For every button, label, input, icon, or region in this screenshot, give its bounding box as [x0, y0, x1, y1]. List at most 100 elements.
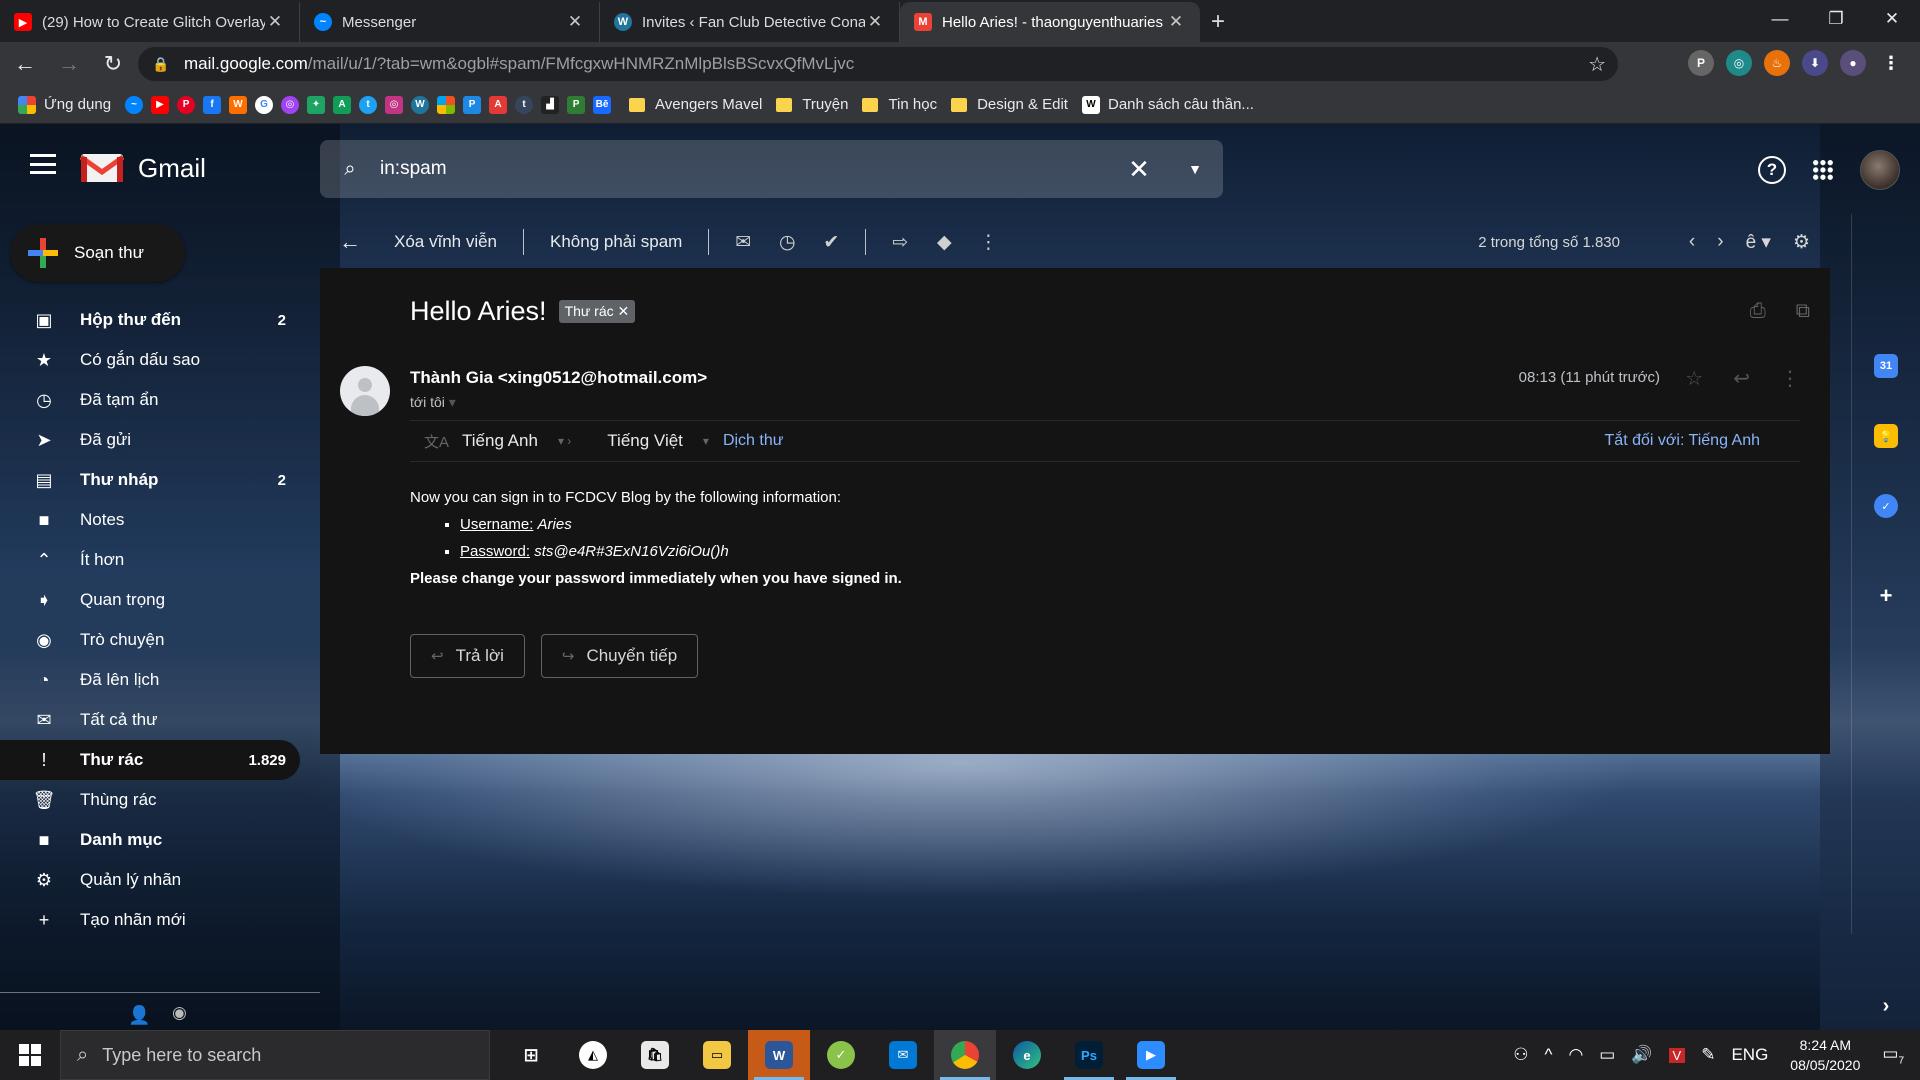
bookmark-folder[interactable]: Tin học	[862, 96, 937, 113]
volume-icon[interactable]: 🔊	[1631, 1045, 1652, 1065]
instagram-icon[interactable]: ◎	[385, 95, 404, 114]
new-tab-button[interactable]: +	[1200, 2, 1236, 42]
reload-icon[interactable]: ↻	[94, 45, 132, 83]
label-icon[interactable]: ◆	[922, 227, 966, 257]
browser-tab[interactable]: ▶ (29) How to Create Glitch Overlay ✕	[0, 2, 300, 42]
browser-tab-active[interactable]: M Hello Aries! - thaonguyenthuaries ✕	[900, 2, 1200, 42]
sidebar-item[interactable]: ✉ Tất cả thư	[0, 700, 300, 740]
source-language-select[interactable]: Tiếng Anh	[462, 431, 538, 451]
reply-icon[interactable]: ↩	[1733, 366, 1750, 391]
reply-button[interactable]: ↩ Trả lời	[410, 634, 525, 678]
chrome-menu-icon[interactable]: ⋮	[1878, 50, 1904, 76]
sidebar-item[interactable]: ■ Danh mục	[0, 820, 300, 860]
more-actions-icon[interactable]: ⋮	[966, 227, 1010, 257]
delete-forever-button[interactable]: Xóa vĩnh viễn	[380, 232, 511, 252]
profile-avatar-icon[interactable]: ●	[1840, 50, 1866, 76]
pinterest-extension-icon[interactable]: P	[1688, 50, 1714, 76]
minimize-icon[interactable]: —	[1752, 0, 1808, 38]
tasks-icon[interactable]: ✓	[1874, 494, 1898, 518]
translate-bookmark-icon[interactable]: A	[333, 95, 352, 114]
compose-button[interactable]: Soạn thư	[10, 224, 185, 282]
recipient-details[interactable]: tới tôi ▾	[410, 394, 456, 411]
taskbar-app[interactable]: ▭	[686, 1030, 748, 1080]
battery-icon[interactable]: ▭	[1599, 1045, 1615, 1065]
close-tab-icon[interactable]: ✕	[1166, 12, 1186, 32]
google-apps-icon[interactable]	[1812, 159, 1834, 181]
contacts-icon[interactable]: 👤	[128, 1005, 150, 1026]
bookmark-star-icon[interactable]: ☆	[1588, 52, 1606, 77]
calendar-icon[interactable]: 31	[1874, 354, 1898, 378]
bookmark-link[interactable]: W Danh sách câu thần...	[1081, 95, 1254, 114]
account-avatar[interactable]	[1860, 150, 1900, 190]
p-green-bookmark-icon[interactable]: P	[567, 95, 586, 114]
wattpad-icon[interactable]: W	[229, 95, 248, 114]
fire-extension-icon[interactable]: ♨	[1764, 50, 1790, 76]
sidebar-item[interactable]: ◷ Đã tạm ẩn	[0, 380, 300, 420]
newer-icon[interactable]: ›	[1717, 231, 1723, 253]
taskbar-app[interactable]: ✉	[872, 1030, 934, 1080]
older-icon[interactable]: ‹	[1689, 231, 1695, 253]
close-tab-icon[interactable]: ✕	[265, 12, 285, 32]
taskbar-app[interactable]: Ps	[1058, 1030, 1120, 1080]
settings-gear-icon[interactable]: ⚙	[1793, 231, 1810, 254]
close-tab-icon[interactable]: ✕	[565, 12, 585, 32]
input-tools-icon[interactable]: ê ▾	[1746, 231, 1771, 254]
not-spam-button[interactable]: Không phải spam	[536, 232, 696, 252]
taskbar-app[interactable]: ✓	[810, 1030, 872, 1080]
browser-tab[interactable]: ~ Messenger ✕	[300, 2, 600, 42]
task-view-button[interactable]: ⊞	[500, 1030, 562, 1080]
wordpress-icon[interactable]: W	[411, 95, 430, 114]
action-center-icon[interactable]: ▭7	[1882, 1044, 1904, 1066]
clear-search-icon[interactable]: ✕	[1111, 154, 1167, 185]
bookmark-folder[interactable]: Design & Edit	[951, 96, 1068, 113]
sidebar-item[interactable]: ★ Có gắn dấu sao	[0, 340, 300, 380]
input-language[interactable]: ENG	[1731, 1045, 1768, 1065]
download-extension-icon[interactable]: ⬇	[1802, 50, 1828, 76]
sidebar-item[interactable]: ⌃ Ít hơn	[0, 540, 300, 580]
restore-icon[interactable]: ❐	[1808, 0, 1864, 38]
extension-bookmark-icon[interactable]: ✦	[307, 95, 326, 114]
translate-message-link[interactable]: Dịch thư	[723, 432, 784, 450]
wifi-icon[interactable]: ◠	[1568, 1045, 1583, 1065]
gmail-logo[interactable]: Gmail	[80, 152, 206, 184]
messenger-icon[interactable]: ~	[125, 95, 144, 114]
people-icon[interactable]: ⚇	[1513, 1045, 1528, 1065]
hangouts-icon[interactable]: ◉	[172, 1003, 187, 1023]
sidebar-item[interactable]: ■ Notes	[0, 500, 300, 540]
bookmark-icon[interactable]: ▟	[541, 95, 560, 114]
target-language-select[interactable]: Tiếng Việt	[607, 431, 683, 451]
add-addon-icon[interactable]: +	[1874, 583, 1898, 608]
star-icon[interactable]: ☆	[1685, 366, 1703, 391]
show-side-panel-icon[interactable]: ›	[1874, 994, 1898, 1018]
forward-icon[interactable]: →	[50, 45, 88, 83]
pen-icon[interactable]: ✎	[1701, 1045, 1715, 1065]
sidebar-item[interactable]: ▤ Thư nháp 2	[0, 460, 300, 500]
sidebar-item[interactable]: ⚙ Quản lý nhãn	[0, 860, 300, 900]
youtube-icon[interactable]: ▶	[151, 95, 170, 114]
bookmark-folder[interactable]: Avengers Mavel	[629, 96, 762, 113]
sidebar-item[interactable]: + Tạo nhãn mới	[0, 900, 300, 940]
system-clock[interactable]: 8:24 AM 08/05/2020	[1790, 1035, 1860, 1075]
browser-tab[interactable]: W Invites ‹ Fan Club Detective Conan ✕	[600, 2, 900, 42]
search-input[interactable]: in:spam	[380, 158, 1111, 180]
open-new-window-icon[interactable]: ⧉	[1796, 300, 1810, 323]
mail-search-bar[interactable]: ⌕ in:spam ✕ ▼	[320, 140, 1223, 198]
vivaldi-tray-icon[interactable]: V	[1668, 1047, 1686, 1063]
back-icon[interactable]: ←	[6, 45, 44, 83]
show-hidden-icons-icon[interactable]: ^	[1544, 1045, 1552, 1065]
main-menu-icon[interactable]	[30, 154, 56, 174]
twitter-icon[interactable]: t	[359, 95, 378, 114]
bookmark-folder[interactable]: Truyện	[776, 96, 848, 113]
sidebar-item[interactable]: ! Thư rác 1.829	[0, 740, 300, 780]
extension-icon[interactable]: ◎	[1726, 50, 1752, 76]
sidebar-item[interactable]: ▣ Hộp thư đến 2	[0, 300, 300, 340]
help-icon[interactable]: ?	[1758, 156, 1786, 184]
back-to-list-icon[interactable]: ←	[320, 229, 380, 255]
snooze-icon[interactable]: ◷	[765, 227, 809, 257]
sidebar-item[interactable]: ➧ Quan trọng	[0, 580, 300, 620]
start-button[interactable]	[0, 1030, 60, 1080]
taskbar-app[interactable]: ◭	[562, 1030, 624, 1080]
taskbar-app[interactable]: ▶	[1120, 1030, 1182, 1080]
p-bookmark-icon[interactable]: P	[463, 95, 482, 114]
print-icon[interactable]: ⎙	[1750, 300, 1766, 323]
